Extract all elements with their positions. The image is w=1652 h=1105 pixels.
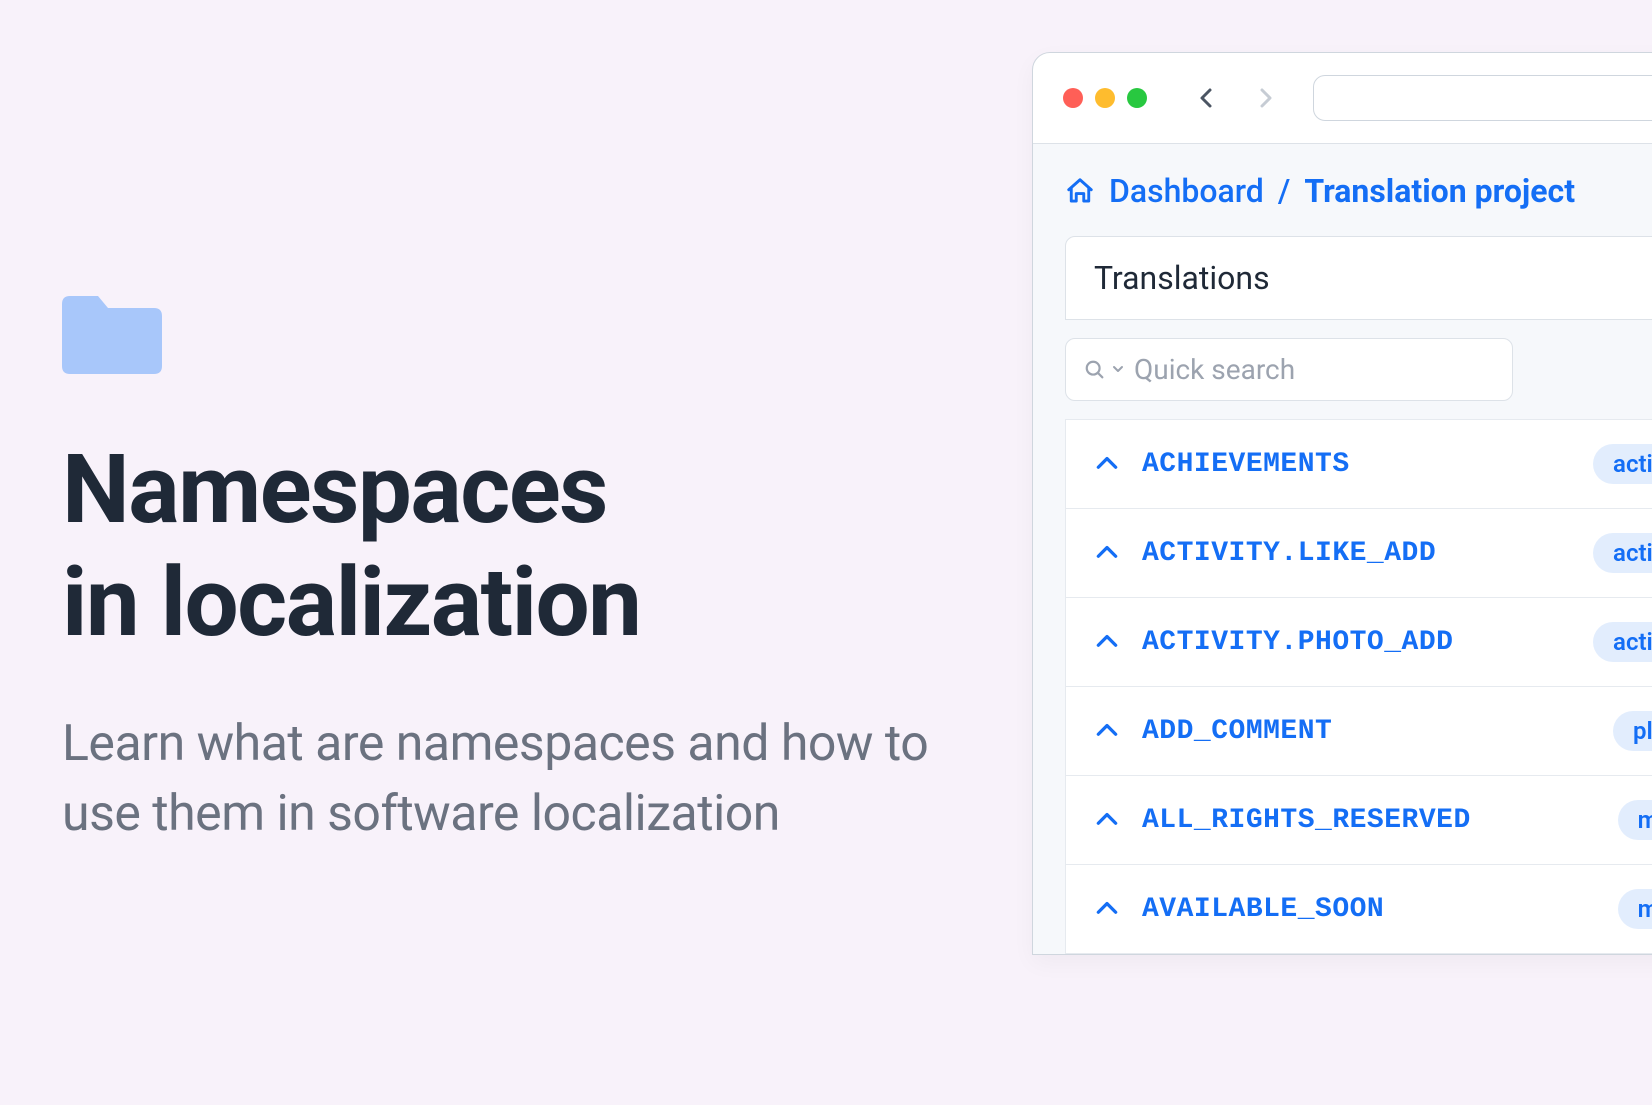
namespace-tag[interactable]: main xyxy=(1618,800,1652,840)
breadcrumb-current: Translation project xyxy=(1304,172,1575,210)
translation-key-name[interactable]: ACHIEVEMENTS xyxy=(1142,449,1571,480)
translation-key-row[interactable]: ACTIVITY.LIKE_ADD activity xyxy=(1066,509,1652,598)
translation-key-name[interactable]: ACTIVITY.PHOTO_ADD xyxy=(1142,627,1571,658)
translation-key-row[interactable]: ADD_COMMENT place xyxy=(1066,687,1652,776)
chevron-up-icon[interactable] xyxy=(1094,629,1120,655)
window-chrome xyxy=(1033,53,1652,144)
url-bar[interactable] xyxy=(1313,75,1652,121)
folder-icon xyxy=(62,290,162,374)
home-icon xyxy=(1065,176,1095,206)
nav-forward-button[interactable] xyxy=(1251,84,1279,112)
browser-window: Dashboard / Translation project Translat… xyxy=(1032,52,1652,955)
namespace-tag[interactable]: activity xyxy=(1593,533,1652,573)
translation-key-name[interactable]: ADD_COMMENT xyxy=(1142,716,1591,747)
namespace-tag[interactable]: main xyxy=(1618,889,1652,929)
breadcrumb: Dashboard / Translation project xyxy=(1065,172,1652,210)
chevron-up-icon[interactable] xyxy=(1094,896,1120,922)
nav-back-button[interactable] xyxy=(1193,84,1221,112)
translation-key-row[interactable]: ACTIVITY.PHOTO_ADD activity xyxy=(1066,598,1652,687)
hero-subtitle: Learn what are namespaces and how to use… xyxy=(62,709,982,849)
translation-key-row[interactable]: ACHIEVEMENTS activity xyxy=(1066,420,1652,509)
translation-key-list: ACHIEVEMENTSactivityACTIVITY.LIKE_ADDact… xyxy=(1065,419,1652,954)
breadcrumb-separator: / xyxy=(1278,172,1290,210)
close-window-button[interactable] xyxy=(1063,88,1083,108)
translation-key-name[interactable]: AVAILABLE_SOON xyxy=(1142,894,1596,925)
maximize-window-button[interactable] xyxy=(1127,88,1147,108)
translation-key-name[interactable]: ACTIVITY.LIKE_ADD xyxy=(1142,538,1571,569)
traffic-lights xyxy=(1063,88,1147,108)
minimize-window-button[interactable] xyxy=(1095,88,1115,108)
translation-key-row[interactable]: ALL_RIGHTS_RESERVED main xyxy=(1066,776,1652,865)
namespace-tag[interactable]: place xyxy=(1613,711,1652,751)
translation-key-row[interactable]: AVAILABLE_SOON main xyxy=(1066,865,1652,954)
search-placeholder: Quick search xyxy=(1134,353,1295,386)
search-input[interactable]: Quick search xyxy=(1065,338,1513,401)
chevron-up-icon[interactable] xyxy=(1094,451,1120,477)
namespace-tag[interactable]: activity xyxy=(1593,444,1652,484)
namespace-tag[interactable]: activity xyxy=(1593,622,1652,662)
translation-key-name[interactable]: ALL_RIGHTS_RESERVED xyxy=(1142,805,1596,836)
tab-translations[interactable]: Translations xyxy=(1065,236,1652,320)
chevron-up-icon[interactable] xyxy=(1094,807,1120,833)
breadcrumb-home[interactable]: Dashboard xyxy=(1109,172,1264,210)
search-icon xyxy=(1084,359,1106,381)
chevron-up-icon[interactable] xyxy=(1094,718,1120,744)
chevron-up-icon[interactable] xyxy=(1094,540,1120,566)
hero-title: Namespaces in localization xyxy=(62,434,982,661)
chevron-down-icon xyxy=(1112,360,1124,379)
